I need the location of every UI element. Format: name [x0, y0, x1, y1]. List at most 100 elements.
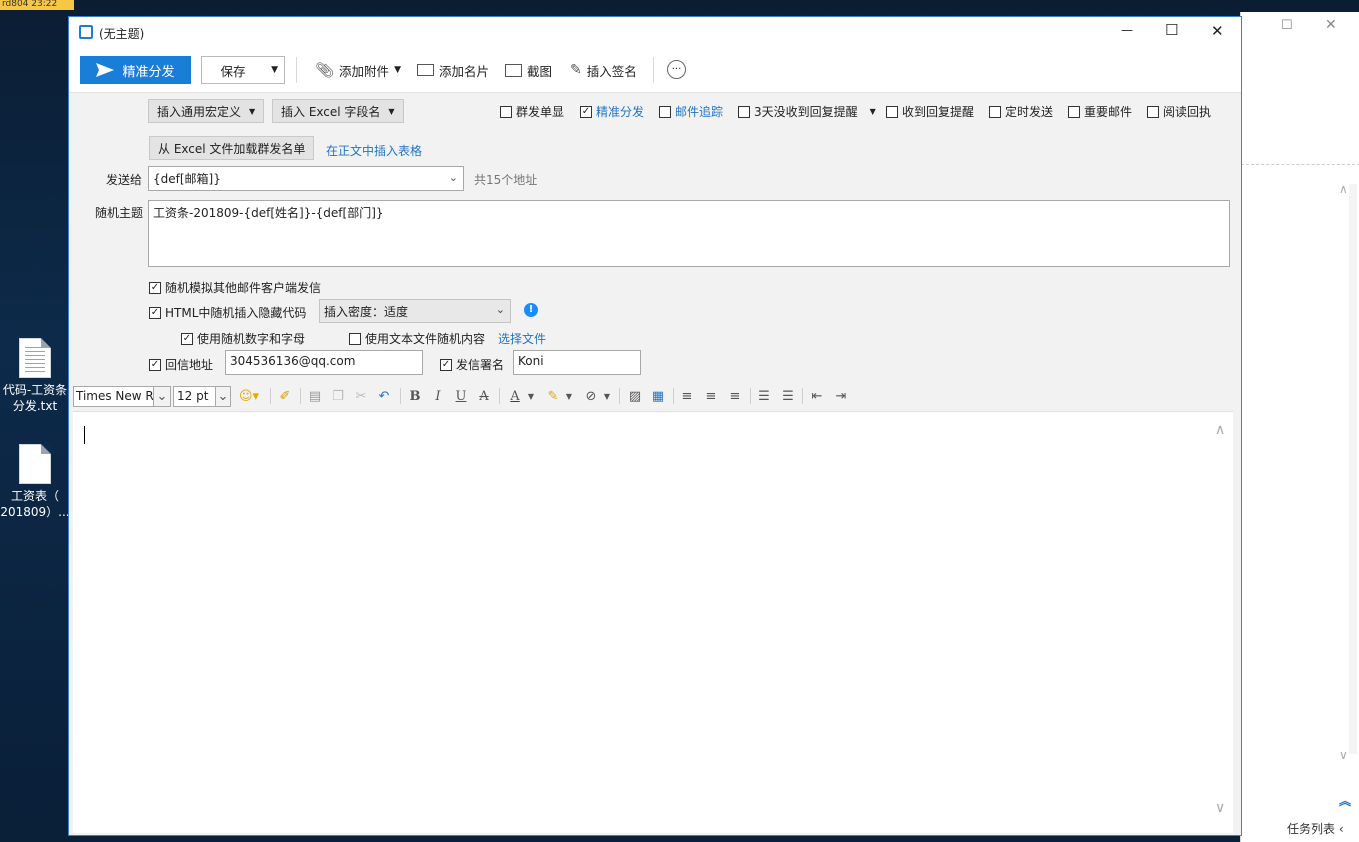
align-left-icon[interactable]: ≡: [677, 385, 697, 407]
indent-icon[interactable]: ⇥: [831, 385, 851, 407]
strikethrough-button[interactable]: A: [474, 385, 494, 407]
paste-icon[interactable]: ▤: [305, 385, 325, 407]
bullet-list-icon[interactable]: ☰: [778, 385, 798, 407]
load-excel-button[interactable]: 从 Excel 文件加载群发名单: [149, 136, 315, 160]
desktop-file-txt[interactable]: 代码-工资条 分发.txt: [0, 338, 70, 414]
checkbox-box[interactable]: [1147, 105, 1159, 118]
desktop-file-xls[interactable]: 工资表（ 201809）...: [0, 444, 70, 520]
chevron-down-icon[interactable]: ▼: [601, 385, 613, 407]
checkbox-scheduled[interactable]: 定时发送: [989, 103, 1053, 120]
screenshot-button[interactable]: 截图: [505, 58, 552, 82]
checkbox-precise[interactable]: ✓ 精准分发: [580, 103, 644, 120]
checkbox-tracking[interactable]: 邮件追踪: [659, 103, 723, 120]
desktop-file-label: 代码-工资条 分发.txt: [2, 383, 68, 413]
close-button[interactable]: ✕: [1211, 22, 1224, 40]
chevron-down-icon[interactable]: ▼: [563, 385, 575, 407]
sender-name-input[interactable]: Koni: [513, 350, 641, 375]
checkbox-read-receipt[interactable]: 阅读回执: [1147, 103, 1211, 120]
italic-button[interactable]: I: [428, 385, 448, 407]
checkbox-box[interactable]: ✓: [181, 332, 193, 345]
bg-maximize-icon[interactable]: ☐: [1281, 18, 1293, 33]
copy-icon[interactable]: ❐: [328, 385, 348, 407]
density-select[interactable]: 插入密度：适度 ⌄: [319, 299, 511, 323]
checkbox-box[interactable]: ✓: [149, 358, 161, 371]
checkbox-mass-single[interactable]: 群发单显: [500, 103, 564, 120]
maximize-button[interactable]: ☐: [1165, 21, 1178, 39]
checkbox-box[interactable]: [989, 105, 1001, 118]
checkbox-box[interactable]: [659, 105, 671, 118]
card-icon: [417, 64, 434, 76]
info-icon[interactable]: !: [524, 303, 538, 317]
chevron-down-icon: ⌄: [495, 303, 505, 316]
checkbox-box[interactable]: ✓: [149, 281, 161, 294]
highlight-icon[interactable]: ✎: [543, 385, 563, 407]
choose-file-link[interactable]: 选择文件: [498, 330, 546, 347]
checkbox-reply-address[interactable]: ✓ 回信地址: [149, 356, 213, 373]
recipients-input[interactable]: {def[邮箱]} ⌄: [148, 166, 464, 191]
checkbox-no-reply-reminder[interactable]: 3天没收到回复提醒 ▼: [738, 103, 876, 120]
macro-dropdown[interactable]: 插入通用宏定义 ▼: [148, 99, 265, 123]
outdent-icon[interactable]: ⇤: [807, 385, 827, 407]
chevron-down-icon[interactable]: ▼: [525, 385, 537, 407]
signature-button[interactable]: ✎ 插入签名: [570, 58, 637, 82]
attach-button[interactable]: 📎︎ 添加附件 ▼: [315, 58, 401, 82]
checkbox-box[interactable]: [738, 105, 750, 118]
send-icon: [96, 63, 115, 77]
divider: [750, 388, 751, 404]
task-list-label[interactable]: 任务列表 ‹: [1287, 820, 1344, 837]
format-painter-icon[interactable]: ✐: [275, 385, 295, 407]
undo-icon[interactable]: ↶: [374, 385, 394, 407]
font-color-button[interactable]: A: [505, 385, 525, 407]
checkbox-hidden-code[interactable]: ✓ HTML中随机插入隐藏代码: [149, 304, 306, 321]
checkbox-box[interactable]: [886, 105, 898, 118]
chevron-down-icon[interactable]: ⌄: [153, 386, 171, 407]
add-card-button[interactable]: 添加名片: [417, 58, 489, 82]
divider: [400, 388, 401, 404]
app-icon: [79, 25, 93, 39]
checkbox-simulate-client[interactable]: ✓ 随机模拟其他邮件客户端发信: [149, 279, 321, 296]
bold-button[interactable]: B: [405, 385, 425, 407]
underline-button[interactable]: U: [451, 385, 471, 407]
scroll-up-icon[interactable]: ∧: [1339, 182, 1348, 196]
reply-address-input[interactable]: 304536136@qq.com: [225, 350, 423, 375]
checkbox-box[interactable]: ✓: [149, 306, 161, 319]
save-button[interactable]: 保存 ▼: [201, 56, 285, 84]
chevron-down-icon[interactable]: ▼: [870, 107, 876, 116]
checkbox-box[interactable]: [500, 105, 512, 118]
numbered-list-icon[interactable]: ☰: [754, 385, 774, 407]
scroll-down-icon[interactable]: ∨: [1215, 800, 1225, 816]
chevron-down-icon[interactable]: ⌄: [215, 386, 231, 407]
insert-image-icon[interactable]: ▨: [625, 385, 645, 407]
checkbox-box[interactable]: ✓: [580, 105, 592, 118]
checkbox-box[interactable]: [1068, 105, 1080, 118]
checkbox-reply-reminder[interactable]: 收到回复提醒: [886, 103, 974, 120]
scrollbar[interactable]: [1349, 184, 1357, 754]
expand-up-icon[interactable]: ︽: [1339, 792, 1351, 809]
divider: [802, 388, 803, 404]
checkbox-label: 3天没收到回复提醒: [754, 105, 858, 119]
excel-field-dropdown[interactable]: 插入 Excel 字段名 ▼: [272, 99, 404, 123]
align-right-icon[interactable]: ≡: [725, 385, 745, 407]
checkbox-text-file[interactable]: 使用文本文件随机内容: [349, 330, 485, 347]
insert-table-link[interactable]: 在正文中插入表格: [326, 142, 422, 159]
checkbox-label: HTML中随机插入隐藏代码: [165, 306, 307, 320]
checkbox-box[interactable]: ✓: [440, 358, 452, 371]
cut-icon[interactable]: ✂: [351, 385, 371, 407]
clear-format-icon[interactable]: ⊘: [581, 385, 601, 407]
minimize-button[interactable]: —: [1121, 23, 1133, 37]
emoji-icon[interactable]: ☺▾: [235, 385, 263, 407]
checkbox-sender-name[interactable]: ✓ 发信署名: [440, 356, 504, 373]
checkbox-random-chars[interactable]: ✓ 使用随机数字和字母: [181, 330, 305, 347]
align-center-icon[interactable]: ≡: [701, 385, 721, 407]
more-button[interactable]: ···: [667, 60, 686, 79]
checkbox-important[interactable]: 重要邮件: [1068, 103, 1132, 120]
bg-close-icon[interactable]: ✕: [1325, 17, 1337, 33]
send-button[interactable]: 精准分发: [80, 56, 191, 84]
scroll-up-icon[interactable]: ∧: [1215, 422, 1225, 438]
subject-input[interactable]: 工资条-201809-{def[姓名]}-{def[部门]}: [148, 200, 1230, 267]
checkbox-box[interactable]: [349, 332, 361, 345]
editor-body[interactable]: ∧ ∨: [73, 411, 1233, 833]
insert-table-icon[interactable]: ▦: [648, 385, 668, 407]
chevron-down-icon[interactable]: ⌄: [449, 171, 458, 184]
scroll-down-icon[interactable]: ∨: [1339, 748, 1348, 762]
